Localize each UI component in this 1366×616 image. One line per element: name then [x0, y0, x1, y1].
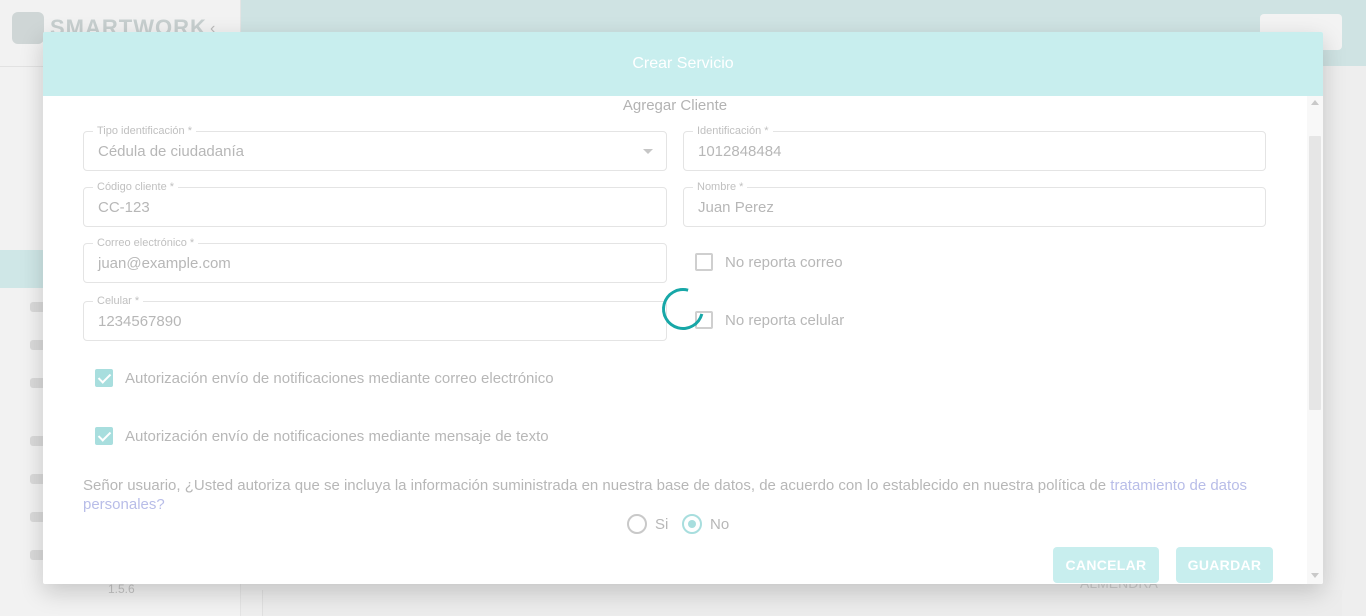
no-email-checkbox[interactable]: No reporta correo [695, 253, 843, 271]
field-label: Identificación * [693, 125, 773, 137]
scroll-thumb[interactable] [1309, 136, 1321, 410]
field-label: Código cliente * [93, 181, 179, 193]
field-value: CC-123 [98, 199, 150, 216]
logo-icon [12, 12, 44, 44]
checkbox-checked[interactable] [95, 369, 113, 387]
checkbox-label: Autorización envío de notificaciones med… [125, 427, 549, 445]
auth-email-checkbox[interactable]: Autorización envío de notificaciones med… [95, 369, 554, 387]
content-row [262, 590, 1342, 616]
checkbox-checked[interactable] [95, 427, 113, 445]
field-value: Cédula de ciudadanía [98, 143, 244, 160]
field-value: juan@example.com [98, 255, 231, 272]
consent-radio-no[interactable]: No [682, 514, 729, 534]
radio-label: Si [655, 515, 669, 533]
app-version: 1.5.6 [108, 582, 135, 596]
cancel-button[interactable]: CANCELAR [1053, 547, 1159, 583]
auth-sms-checkbox[interactable]: Autorización envío de notificaciones med… [95, 427, 549, 445]
consent-radio-yes[interactable]: Si [627, 514, 668, 534]
field-label: Nombre * [693, 181, 748, 193]
modal-header: Crear Servicio [43, 32, 1323, 96]
field-value: Juan Perez [698, 199, 774, 216]
section-title: Agregar Cliente [622, 97, 728, 114]
no-mobile-checkbox[interactable]: No reporta celular [695, 311, 844, 329]
scroll-down-icon[interactable] [1311, 573, 1319, 578]
modal-title: Crear Servicio [632, 55, 734, 72]
field-value: 1012848484 [698, 143, 782, 160]
scroll-up-icon[interactable] [1311, 100, 1319, 105]
field-label: Tipo identificación * [93, 125, 196, 137]
field-value: 1234567890 [98, 313, 182, 330]
data-consent-text: Señor usuario, ¿Usted autoriza que se in… [83, 476, 1263, 514]
id-type-select[interactable]: Tipo identificación * Cédula de ciudadan… [83, 125, 667, 171]
identification-input[interactable]: Identificación * 1012848484 [683, 125, 1266, 171]
radio-button[interactable] [627, 514, 647, 534]
consent-question: Señor usuario, ¿Usted autoriza que se in… [83, 477, 1111, 494]
email-input[interactable]: Correo electrónico * juan@example.com [83, 237, 667, 283]
checkbox-label: No reporta celular [725, 311, 845, 329]
name-input[interactable]: Nombre * Juan Perez [683, 181, 1266, 227]
client-code-input[interactable]: Código cliente * CC-123 [83, 181, 667, 227]
checkbox-label: Autorización envío de notificaciones med… [125, 369, 554, 387]
save-button[interactable]: GUARDAR [1176, 547, 1273, 583]
checkbox-box[interactable] [695, 253, 713, 271]
field-label: Correo electrónico * [93, 237, 199, 249]
modal-body: Agregar Cliente Tipo identificación * Cé… [43, 96, 1307, 584]
field-label: Celular * [93, 295, 144, 307]
radio-button-selected[interactable] [682, 514, 702, 534]
checkbox-label: No reporta correo [725, 253, 843, 271]
mobile-input[interactable]: Celular * 1234567890 [83, 295, 667, 341]
modal-scrollbar[interactable] [1307, 96, 1323, 584]
radio-label: No [710, 515, 730, 533]
dropdown-arrow-icon [643, 149, 653, 154]
